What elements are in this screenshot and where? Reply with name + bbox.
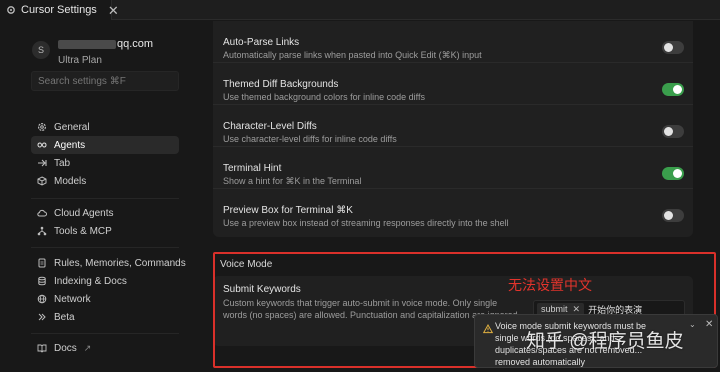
- setting-description: Use a preview box instead of streaming r…: [223, 218, 509, 228]
- sidebar-divider: [31, 198, 179, 199]
- infinity-icon: [37, 140, 47, 150]
- toggle-knob: [664, 43, 673, 52]
- toggle-knob: [664, 211, 673, 220]
- setting-title: Terminal Hint: [223, 163, 282, 174]
- sidebar-item-label: Beta: [54, 311, 75, 323]
- setting-character-level-diffs: Character-Level Diffs Use character-leve…: [213, 105, 693, 147]
- warning-icon: [482, 323, 494, 334]
- agents-settings-panel: Auto-Parse Links Automatically parse lin…: [213, 21, 693, 237]
- gear-icon: [37, 122, 47, 132]
- setting-title: Character-Level Diffs: [223, 121, 317, 132]
- toggle-character-level-diffs[interactable]: [662, 125, 684, 138]
- sidebar-item-beta[interactable]: Beta: [31, 308, 179, 326]
- sidebar-item-label: Indexing & Docs: [54, 275, 127, 287]
- sidebar-item-label: Agents: [54, 139, 86, 151]
- sidebar-item-tools-mcp[interactable]: Tools & MCP: [31, 222, 179, 240]
- sidebar-item-docs[interactable]: Docs ↗: [31, 339, 179, 357]
- tools-icon: [37, 226, 47, 236]
- email-suffix: qq.com: [117, 38, 154, 50]
- sidebar-item-label: Network: [54, 293, 91, 305]
- sidebar-item-label: General: [54, 121, 90, 133]
- watermark: 知乎 @程序员鱼皮: [526, 331, 684, 352]
- toggle-auto-parse-links[interactable]: [662, 41, 684, 54]
- annotation-label: 无法设置中文: [508, 277, 592, 293]
- close-icon[interactable]: ✕: [705, 319, 713, 330]
- tab-arrow-icon: [37, 158, 47, 168]
- tab-cursor-settings[interactable]: Cursor Settings ✕: [0, 0, 119, 20]
- sidebar-item-rules-memories-commands[interactable]: Rules, Memories, Commands: [31, 254, 186, 272]
- cube-icon: [37, 176, 47, 186]
- setting-title: Preview Box for Terminal ⌘K: [223, 205, 353, 216]
- document-icon: [37, 258, 47, 268]
- sidebar-item-general[interactable]: General: [31, 118, 179, 136]
- globe-icon: [37, 294, 47, 304]
- sidebar-divider: [31, 247, 179, 248]
- setting-terminal-hint: Terminal Hint Show a hint for ⌘K in the …: [213, 147, 693, 189]
- tab-title: Cursor Settings: [21, 4, 97, 16]
- setting-title: Auto-Parse Links: [223, 37, 300, 48]
- sidebar-item-label: Docs: [54, 342, 77, 354]
- sidebar-item-tab[interactable]: Tab: [31, 154, 179, 172]
- avatar: S: [32, 41, 50, 59]
- sidebar-item-label: Rules, Memories, Commands: [54, 257, 186, 269]
- user-email: qq.com: [58, 38, 153, 50]
- toggle-knob: [673, 85, 682, 94]
- sidebar-item-network[interactable]: Network: [31, 290, 179, 308]
- redacted-email-blur: [58, 39, 116, 49]
- setting-auto-parse-links: Auto-Parse Links Automatically parse lin…: [213, 21, 693, 63]
- setting-themed-diff-backgrounds: Themed Diff Backgrounds Use themed backg…: [213, 63, 693, 105]
- sidebar-item-agents[interactable]: Agents: [31, 136, 179, 154]
- search-input[interactable]: [31, 71, 179, 91]
- sidebar-item-label: Models: [54, 175, 87, 187]
- tab-bar: Cursor Settings ✕: [0, 0, 720, 20]
- sidebar-item-models[interactable]: Models: [31, 172, 179, 190]
- sidebar-divider: [31, 333, 179, 334]
- setting-title: Themed Diff Backgrounds: [223, 79, 339, 90]
- external-link-icon: ↗: [83, 342, 92, 353]
- sidebar-item-label: Tools & MCP: [54, 225, 112, 237]
- setting-description: Use themed background colors for inline …: [223, 92, 425, 102]
- sidebar-item-label: Cloud Agents: [54, 207, 114, 219]
- chevron-down-icon[interactable]: ⌄: [689, 320, 696, 329]
- book-icon: [37, 343, 47, 353]
- toggle-themed-diff-backgrounds[interactable]: [662, 83, 684, 96]
- toggle-knob: [664, 127, 673, 136]
- setting-description: Use character-level diffs for inline cod…: [223, 134, 397, 144]
- toggle-knob: [673, 169, 682, 178]
- sidebar-item-cloud-agents[interactable]: Cloud Agents: [31, 204, 179, 222]
- toggle-preview-box-terminal[interactable]: [662, 209, 684, 222]
- cloud-icon: [37, 208, 47, 218]
- setting-description: Automatically parse links when pasted in…: [223, 50, 482, 60]
- toggle-terminal-hint[interactable]: [662, 167, 684, 180]
- sidebar-item-label: Tab: [54, 157, 71, 169]
- beta-icon: [37, 312, 47, 322]
- setting-description: Show a hint for ⌘K in the Terminal: [223, 176, 362, 186]
- plan-label: Ultra Plan: [58, 55, 102, 66]
- sidebar-item-indexing-docs[interactable]: Indexing & Docs: [31, 272, 179, 290]
- settings-icon: [6, 5, 16, 15]
- close-icon[interactable]: ✕: [108, 4, 119, 17]
- database-icon: [37, 276, 47, 286]
- setting-preview-box-terminal: Preview Box for Terminal ⌘K Use a previe…: [213, 189, 693, 231]
